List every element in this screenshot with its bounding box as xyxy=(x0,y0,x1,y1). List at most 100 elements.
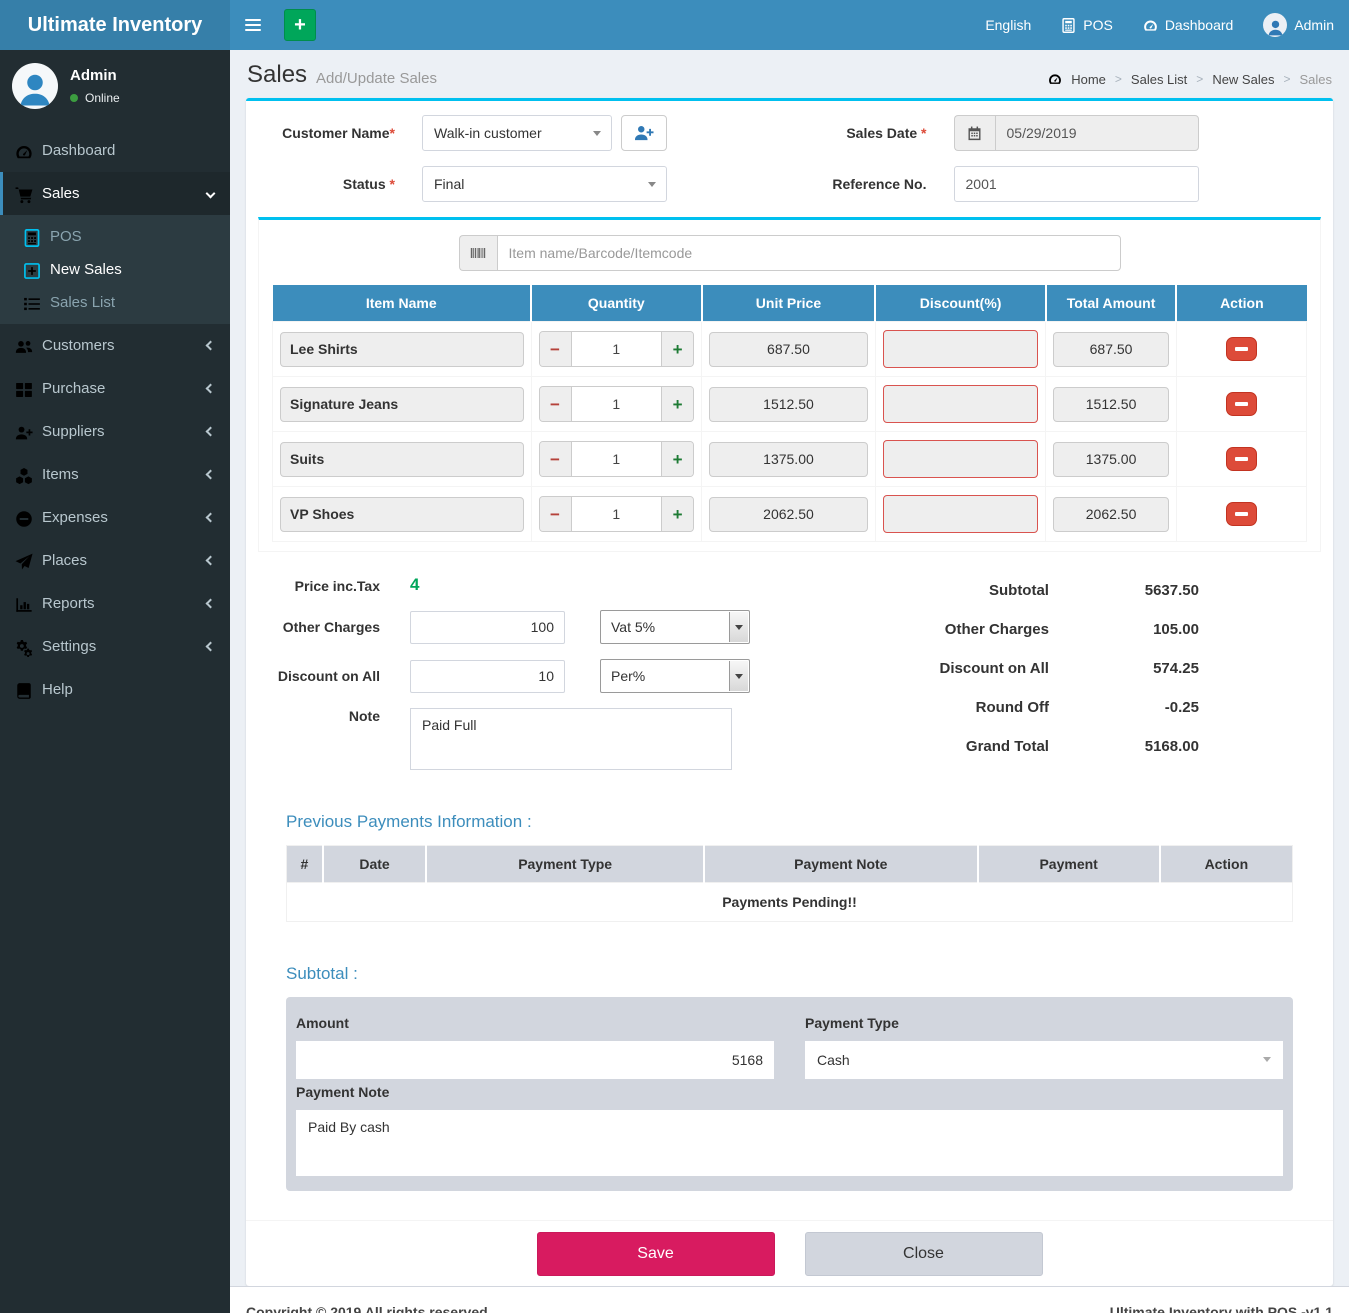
unit-price-input[interactable] xyxy=(709,387,868,422)
gears-icon xyxy=(15,639,33,655)
quantity-decrease-button[interactable]: − xyxy=(540,442,571,476)
item-row-suits: −+ xyxy=(273,432,1307,487)
quantity-increase-button[interactable]: + xyxy=(662,442,693,476)
content: Sales Add/Update Sales Home>Sales List>N… xyxy=(230,50,1349,1313)
note-textarea[interactable]: Paid Full xyxy=(410,708,732,770)
nav-dashboard[interactable]: Dashboard xyxy=(1128,0,1249,50)
col-payment-note: Payment Note xyxy=(704,846,978,883)
sidebar-item-places[interactable]: Places xyxy=(0,539,230,582)
brand-logo[interactable]: Ultimate Inventory xyxy=(0,0,230,50)
amount-input[interactable] xyxy=(296,1041,774,1079)
minus-icon xyxy=(1235,512,1248,516)
item-search-input[interactable] xyxy=(497,235,1121,271)
sales-date-input[interactable] xyxy=(995,115,1199,151)
quantity-decrease-button[interactable]: − xyxy=(540,332,571,366)
remove-item-button[interactable] xyxy=(1226,337,1257,361)
quantity-increase-button[interactable]: + xyxy=(662,387,693,421)
col-date: Date xyxy=(323,846,427,883)
breadcrumb-sales-list[interactable]: Sales List xyxy=(1131,72,1187,87)
nav-pos[interactable]: POS xyxy=(1046,0,1128,50)
discount-input[interactable] xyxy=(883,495,1039,533)
users-icon xyxy=(15,338,33,354)
sidebar-subitem-new-sales[interactable]: New Sales xyxy=(0,253,230,286)
sidebar-item-items[interactable]: Items xyxy=(0,453,230,496)
user-name: Admin xyxy=(70,67,120,84)
quantity-input[interactable] xyxy=(571,332,663,366)
col-payment: Payment xyxy=(978,846,1160,883)
item-name-input[interactable] xyxy=(280,332,524,367)
sidebar: Admin Online DashboardSalesPOSNew SalesS… xyxy=(0,50,230,1313)
payment-note-textarea[interactable]: Paid By cash xyxy=(296,1110,1283,1176)
nav-language[interactable]: English xyxy=(970,0,1046,50)
reference-input[interactable] xyxy=(954,166,1199,202)
discount-input[interactable] xyxy=(883,440,1039,478)
close-button[interactable]: Close xyxy=(805,1232,1043,1276)
col-action: Action xyxy=(1176,285,1306,322)
sidebar-item-settings[interactable]: Settings xyxy=(0,625,230,668)
other-charges-type-select[interactable]: Vat 5% xyxy=(600,610,750,644)
discount-input[interactable] xyxy=(883,330,1039,368)
payments-empty-message: Payments Pending!! xyxy=(287,883,1293,922)
item-name-input[interactable] xyxy=(280,442,524,477)
total-row-discount-on-all: Discount on All574.25 xyxy=(853,660,1199,677)
breadcrumb-home[interactable]: Home xyxy=(1071,72,1106,87)
discount-on-all-input[interactable] xyxy=(410,660,565,693)
item-name-input[interactable] xyxy=(280,497,524,532)
price-inc-tax-value: 4 xyxy=(410,575,419,595)
chevron-left-icon xyxy=(206,341,216,351)
sidebar-item-help[interactable]: Help xyxy=(0,668,230,711)
add-customer-button[interactable] xyxy=(621,115,667,151)
customer-select[interactable]: Walk-in customer xyxy=(422,115,612,151)
sidebar-toggle-button[interactable] xyxy=(230,0,276,50)
remove-item-button[interactable] xyxy=(1226,392,1257,416)
unit-price-input[interactable] xyxy=(709,497,868,532)
quantity-input[interactable] xyxy=(571,442,663,476)
other-charges-input[interactable] xyxy=(410,611,565,644)
sidebar-item-suppliers[interactable]: Suppliers xyxy=(0,410,230,453)
sidebar-item-sales[interactable]: Sales xyxy=(0,172,230,215)
sidebar-item-expenses[interactable]: Expenses xyxy=(0,496,230,539)
total-amount-input[interactable] xyxy=(1053,332,1168,367)
plus-square-icon xyxy=(23,262,41,278)
save-button[interactable]: Save xyxy=(537,1232,775,1276)
sidebar-user-panel: Admin Online xyxy=(0,50,230,121)
calendar-addon[interactable] xyxy=(954,115,995,151)
total-amount-input[interactable] xyxy=(1053,387,1168,422)
total-amount-input[interactable] xyxy=(1053,442,1168,477)
total-amount-input[interactable] xyxy=(1053,497,1168,532)
page-subtitle: Add/Update Sales xyxy=(316,63,437,87)
item-name-input[interactable] xyxy=(280,387,524,422)
remove-item-button[interactable] xyxy=(1226,447,1257,471)
sidebar-item-label: Places xyxy=(42,552,87,569)
col-action: Action xyxy=(1160,846,1293,883)
payment-type-select[interactable]: Cash xyxy=(805,1041,1283,1079)
total-label: Other Charges xyxy=(945,621,1049,638)
remove-item-button[interactable] xyxy=(1226,502,1257,526)
quantity-increase-button[interactable]: + xyxy=(662,497,693,531)
quantity-increase-button[interactable]: + xyxy=(662,332,693,366)
item-row-vp-shoes: −+ xyxy=(273,487,1307,542)
quantity-input[interactable] xyxy=(571,497,663,531)
breadcrumb-separator: > xyxy=(1283,72,1290,86)
calculator-icon xyxy=(23,229,41,245)
quantity-input[interactable] xyxy=(571,387,663,421)
sidebar-item-customers[interactable]: Customers xyxy=(0,324,230,367)
nav-pos-label: POS xyxy=(1083,17,1113,33)
quantity-decrease-button[interactable]: − xyxy=(540,497,571,531)
nav-dashboard-label: Dashboard xyxy=(1165,17,1234,33)
unit-price-input[interactable] xyxy=(709,332,868,367)
sidebar-subitem-pos[interactable]: POS xyxy=(0,220,230,253)
breadcrumb-new-sales[interactable]: New Sales xyxy=(1212,72,1274,87)
discount-input[interactable] xyxy=(883,385,1039,423)
nav-user-menu[interactable]: Admin xyxy=(1248,0,1349,50)
sidebar-item-reports[interactable]: Reports xyxy=(0,582,230,625)
status-select[interactable]: Final xyxy=(422,166,667,202)
discount-type-select[interactable]: Per% xyxy=(600,659,750,693)
form-actions: Save Close xyxy=(246,1220,1333,1286)
quick-add-button[interactable]: + xyxy=(284,9,316,41)
sidebar-subitem-sales-list[interactable]: Sales List xyxy=(0,286,230,319)
sidebar-item-dashboard[interactable]: Dashboard xyxy=(0,129,230,172)
quantity-decrease-button[interactable]: − xyxy=(540,387,571,421)
unit-price-input[interactable] xyxy=(709,442,868,477)
sidebar-item-purchase[interactable]: Purchase xyxy=(0,367,230,410)
